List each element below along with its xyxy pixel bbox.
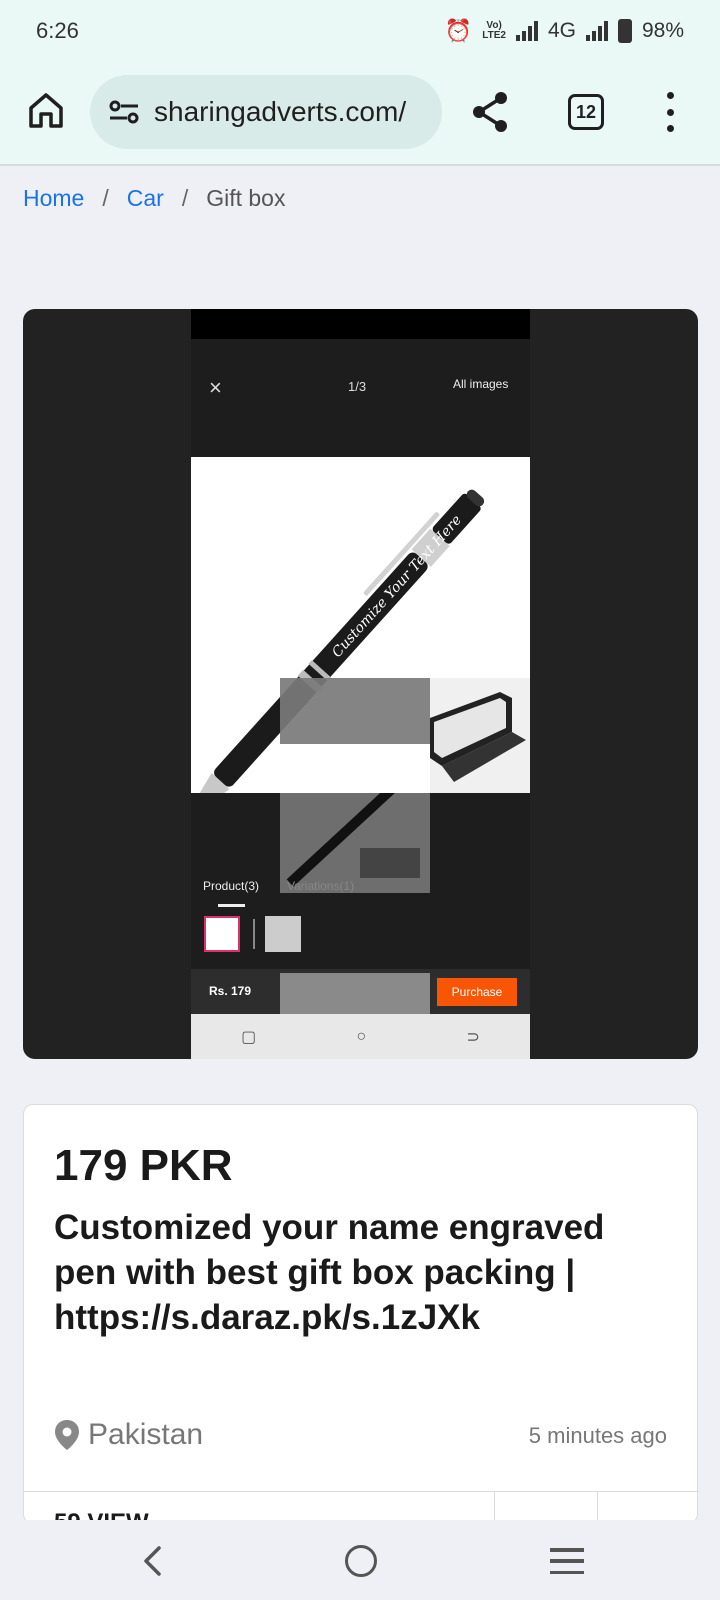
listing-image: × 1/3 All images Customize Your Text Her… — [191, 309, 530, 1059]
breadcrumb: Home / Car / Gift box — [23, 185, 285, 212]
recent-apps-icon[interactable] — [550, 1548, 584, 1574]
share-icon[interactable] — [470, 90, 510, 134]
image-nav-bar: ▢ ○ ⊃ — [191, 1014, 530, 1059]
status-bar: 6:26 ⏰ Vo) LTE2 4G 98% — [0, 0, 720, 62]
close-icon: × — [209, 375, 222, 400]
breadcrumb-separator: / — [181, 185, 189, 211]
listing-title: Customized your name engraved pen with b… — [54, 1208, 605, 1337]
browser-toolbar: sharingadverts.com/ 12 — [0, 62, 720, 166]
address-bar[interactable]: sharingadverts.com/ — [90, 75, 442, 149]
breadcrumb-current: Gift box — [206, 185, 286, 211]
home-icon[interactable] — [26, 90, 66, 130]
volte-icon: Vo) LTE2 — [482, 20, 506, 41]
posted-time: 5 minutes ago — [528, 1423, 667, 1448]
overflow-menu-icon[interactable] — [664, 92, 676, 132]
status-time: 6:26 — [36, 18, 79, 43]
thumbnail-2 — [265, 916, 301, 952]
breadcrumb-car[interactable]: Car — [127, 185, 164, 212]
all-images-label: All images — [453, 377, 509, 391]
purchase-bar: Rs. 179 Purchase — [191, 969, 530, 1014]
site-settings-icon[interactable] — [108, 98, 140, 126]
variations-tab: Variations(1) — [287, 879, 355, 893]
image-counter: 1/3 — [348, 379, 367, 394]
gift-box-photo — [430, 678, 530, 793]
pen-engraving-text: Customize Your Text Here — [329, 512, 465, 661]
status-icons: ⏰ Vo) LTE2 4G 98% — [445, 18, 684, 44]
home-circle-icon: ○ — [356, 1027, 367, 1045]
tab-switcher-button[interactable]: 12 — [568, 94, 604, 130]
network-type: 4G — [547, 19, 576, 42]
breadcrumb-home[interactable]: Home — [23, 185, 84, 212]
listing-price: 179 PKR — [54, 1141, 233, 1190]
listing-card: 179 PKR Customized your name engraved pe… — [23, 1104, 699, 1536]
breadcrumb-separator: / — [102, 185, 109, 211]
purchase-button: Purchase — [437, 978, 517, 1006]
screenshot-overlay-lower — [280, 759, 430, 893]
screenshot-overlay — [280, 678, 430, 744]
system-nav-bar — [0, 1520, 720, 1600]
location-text: Pakistan — [88, 1418, 204, 1451]
signal-icon — [515, 21, 538, 41]
thumbnail-1 — [204, 916, 240, 952]
alarm-icon: ⏰ — [444, 18, 473, 43]
battery-icon — [617, 19, 632, 43]
listing-image-viewer[interactable]: × 1/3 All images Customize Your Text Her… — [23, 309, 698, 1059]
recent-apps-icon: ▢ — [241, 1028, 257, 1046]
back-icon[interactable] — [141, 1546, 165, 1576]
location-pin-icon — [55, 1420, 79, 1450]
back-icon: ⊃ — [466, 1028, 480, 1046]
battery-level: 98% — [641, 19, 684, 42]
listing-location: Pakistan — [54, 1418, 203, 1452]
signal-icon-2 — [585, 21, 608, 41]
product-tab: Product(3) — [203, 879, 260, 893]
home-button-icon[interactable] — [345, 1545, 377, 1577]
url-text: sharingadverts.com/ — [154, 96, 407, 127]
image-price: Rs. 179 — [209, 984, 252, 998]
